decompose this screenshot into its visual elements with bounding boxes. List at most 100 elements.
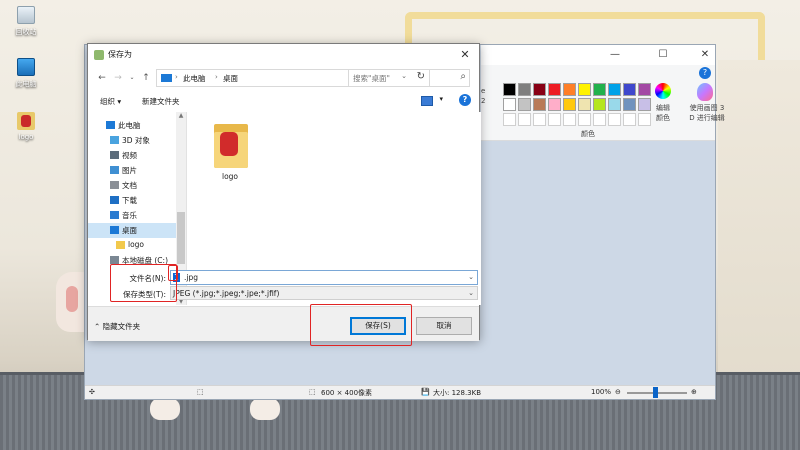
desktop-icon-logo[interactable]: logo [6,112,46,141]
sidebar-item-folder[interactable]: logo [88,238,176,253]
paint-ribbon: ? e 2 编辑 颜色 使用画图 3 D 进行编辑 颜色 [481,65,725,141]
close-icon[interactable]: ✕ [455,46,475,64]
sidebar-item-3d-objects[interactable]: 3D 对象 [88,133,176,148]
sidebar-item-label: 音乐 [122,211,137,220]
color-swatch[interactable] [638,83,651,96]
computer-icon [106,121,115,129]
color-swatch[interactable] [593,98,606,111]
chevron-down-icon[interactable]: ⌄ [468,289,474,297]
color-swatch[interactable] [563,98,576,111]
help-icon[interactable]: ? [459,94,471,106]
documents-icon [110,181,119,189]
maximize-button[interactable]: ☐ [655,48,671,62]
list-item[interactable]: logo [210,120,250,184]
selection-icon: ⬚ [197,388,204,396]
color-swatch[interactable] [578,98,591,111]
sidebar-item-pictures[interactable]: 图片 [88,163,176,178]
sidebar-item-music[interactable]: 音乐 [88,208,176,223]
navigation-bar: ← → ⌄ ↑ › 此电脑 › 桌面 ⌄ ↻ 搜索"桌面" ⌕ [88,66,479,90]
sidebar-item-videos[interactable]: 视频 [88,148,176,163]
color-swatch[interactable] [623,98,636,111]
paint-3d-label[interactable]: 使用画图 3 D 进行编辑 [679,103,735,123]
file-size-icon: 💾 [421,388,430,396]
desktop-icon-label: logo [18,133,34,141]
dialog-title: 保存为 [108,50,132,59]
chevron-down-icon[interactable]: ▾ [439,95,443,103]
close-icon[interactable]: ✕ [697,48,713,62]
new-folder-button[interactable]: 新建文件夹 [142,96,180,107]
dialog-footer: ⌃ 隐藏文件夹 保存(S) 取消 [88,306,479,341]
color-swatch[interactable] [518,98,531,111]
up-arrow-icon[interactable]: ↑ [140,71,152,85]
color-swatch[interactable] [533,98,546,111]
drive-icon [110,256,119,264]
color-swatch[interactable] [533,83,546,96]
sidebar-item-drive[interactable]: 本地磁盘 (C:) [88,253,176,268]
savetype-row: 保存类型(T): JPEG (*.jpg;*.jpeg;*.jpe;*.jfif… [88,286,479,302]
colors-group-label: 颜色 [581,130,595,138]
color-swatch[interactable] [548,83,561,96]
back-arrow-icon[interactable]: ← [96,71,108,85]
custom-color-swatch[interactable] [533,113,546,126]
sidebar-item-label: 文档 [122,181,137,190]
cancel-button[interactable]: 取消 [416,317,472,335]
help-icon[interactable]: ? [699,67,711,79]
search-input[interactable]: 搜索"桌面" ⌕ [348,69,470,87]
color-swatch[interactable] [623,83,636,96]
custom-color-swatch[interactable] [578,113,591,126]
scroll-thumb[interactable] [177,212,185,264]
minimize-button[interactable]: — [607,48,623,62]
custom-color-swatch[interactable] [623,113,636,126]
color-swatch[interactable] [608,98,621,111]
zoom-out-button[interactable]: ⊖ [615,388,621,396]
sidebar-item-downloads[interactable]: 下载 [88,193,176,208]
custom-color-swatch[interactable] [518,113,531,126]
zoom-in-button[interactable]: ⊕ [691,388,697,396]
paint-titlebar: — ☐ ✕ [481,45,715,65]
filename-extension-text: .jpg [184,273,198,282]
color-swatch[interactable] [518,83,531,96]
zoom-slider-thumb[interactable] [653,387,658,398]
edit-colors-icon[interactable] [655,83,671,99]
custom-color-swatch[interactable] [503,113,516,126]
breadcrumb-this-pc[interactable]: 此电脑 [183,73,206,84]
custom-color-swatch[interactable] [593,113,606,126]
scroll-up-icon[interactable]: ▲ [176,112,186,119]
color-swatch[interactable] [503,83,516,96]
color-swatch[interactable] [593,83,606,96]
cat-paw [250,398,280,420]
view-options-icon[interactable] [421,96,433,106]
color-swatch[interactable] [563,83,576,96]
savetype-value: JPEG (*.jpg;*.jpeg;*.jpe;*.jfif) [173,289,280,298]
search-icon: ⌕ [460,71,466,82]
paint-3d-icon[interactable] [697,83,713,101]
custom-color-swatch[interactable] [548,113,561,126]
desktop-icon-recycle-bin[interactable]: 回收站 [6,6,46,37]
forward-arrow-icon[interactable]: → [112,71,124,85]
command-bar: 组织 ▾ 新建文件夹 ▾ ? [88,90,479,112]
breadcrumb-desktop[interactable]: 桌面 [223,73,238,84]
sidebar-item-computer[interactable]: 此电脑 [88,118,176,133]
color-swatch[interactable] [503,98,516,111]
search-placeholder: 搜索"桌面" [353,74,390,83]
sidebar-item-desktop[interactable]: 桌面 [88,223,176,238]
filename-field[interactable]: 1 .jpg ⌄ [170,270,478,285]
filename-selected-text: 1 [173,273,180,282]
color-swatch[interactable] [548,98,561,111]
desktop-icon-this-pc[interactable]: 此电脑 [6,58,46,89]
hide-folders-toggle[interactable]: ⌃ 隐藏文件夹 [94,321,140,332]
save-button[interactable]: 保存(S) [350,317,406,335]
recent-locations-icon[interactable]: ⌄ [126,71,138,85]
custom-color-swatch[interactable] [608,113,621,126]
breadcrumb-separator: › [175,73,178,81]
color-swatch[interactable] [608,83,621,96]
edit-colors-label[interactable]: 编辑 颜色 [643,103,683,123]
desktop-icon [110,226,119,234]
savetype-select[interactable]: JPEG (*.jpg;*.jpeg;*.jpe;*.jfif) ⌄ [170,286,478,300]
custom-color-swatch[interactable] [563,113,576,126]
organize-button[interactable]: 组织 ▾ [100,96,121,107]
3d-objects-icon [110,136,119,144]
sidebar-item-documents[interactable]: 文档 [88,178,176,193]
color-swatch[interactable] [578,83,591,96]
chevron-down-icon[interactable]: ⌄ [468,273,474,281]
